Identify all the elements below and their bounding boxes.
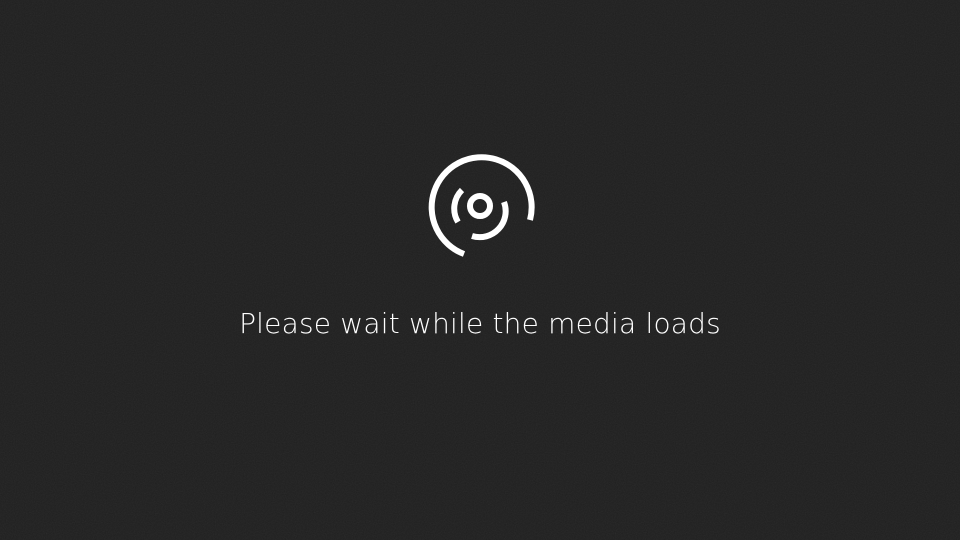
media-loading-screen: Please wait while the media loads <box>0 0 960 540</box>
media-loading-spinner-icon <box>428 154 535 257</box>
loading-message: Please wait while the media loads <box>239 307 721 340</box>
background-noise <box>0 0 960 540</box>
